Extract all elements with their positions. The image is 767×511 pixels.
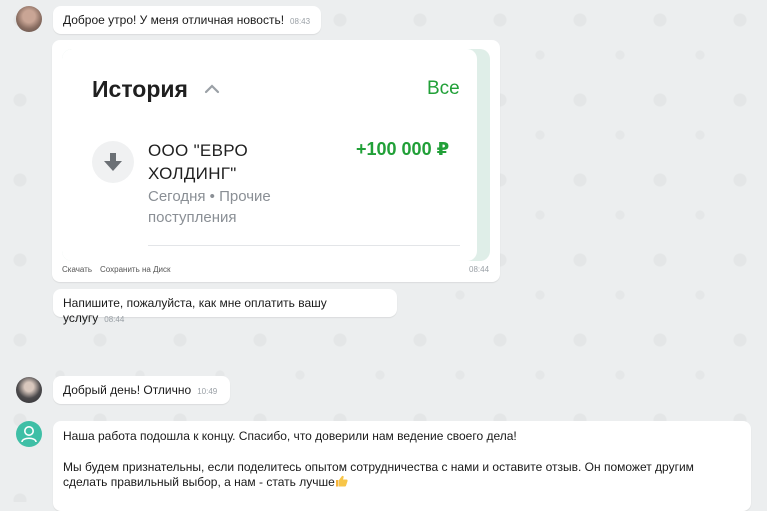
message-bubble[interactable]: Напишите, пожалуйста, как мне оплатить в…	[53, 289, 397, 325]
message-paragraph: Мы будем признательны, если поделитесь о…	[63, 460, 694, 489]
attachment-actions: Скачать Сохранить на Диск	[62, 265, 178, 274]
message-bubble[interactable]: Доброе утро! У меня отличная новость! 08:…	[53, 6, 321, 34]
chevron-up-icon	[204, 84, 220, 94]
sender-avatar[interactable]	[16, 377, 42, 403]
thumbs-up-emoji	[335, 475, 348, 487]
message-time: 08:43	[290, 17, 311, 26]
person-silhouette-icon	[21, 426, 37, 443]
message-text: Добрый день! Отлично	[63, 383, 192, 397]
divider	[148, 245, 460, 246]
message-text: Доброе утро! У меня отличная новость!	[63, 13, 285, 27]
save-to-disk-link[interactable]: Сохранить на Диск	[100, 265, 170, 274]
operation-icon	[92, 141, 134, 183]
history-card: История Все ООО "ЕВРО ХОЛДИНГ" Сегодня •…	[62, 49, 477, 261]
message-paragraph: Наша работа подошла к концу. Спасибо, чт…	[63, 429, 517, 443]
history-title: История	[92, 76, 188, 102]
operation-subtitle: Сегодня • Прочие поступления	[148, 188, 271, 226]
sender-avatar[interactable]	[16, 6, 42, 32]
payment-screenshot[interactable]: История Все ООО "ЕВРО ХОЛДИНГ" Сегодня •…	[62, 49, 490, 261]
download-link[interactable]: Скачать	[62, 265, 92, 274]
message-time: 08:44	[104, 315, 125, 324]
person-icon[interactable]	[16, 421, 42, 447]
message-time: 08:44	[469, 265, 490, 274]
message-time: 10:49	[197, 387, 218, 396]
message-bubble[interactable]: Наша работа подошла к концу. Спасибо, чт…	[53, 421, 751, 511]
message-bubble[interactable]: Добрый день! Отлично 10:49	[53, 376, 230, 404]
operation-name: ООО "ЕВРО ХОЛДИНГ"	[148, 141, 248, 183]
all-link[interactable]: Все	[427, 78, 460, 100]
operation-amount: +100 000 ₽	[356, 139, 450, 159]
arrow-down-icon	[104, 153, 122, 171]
